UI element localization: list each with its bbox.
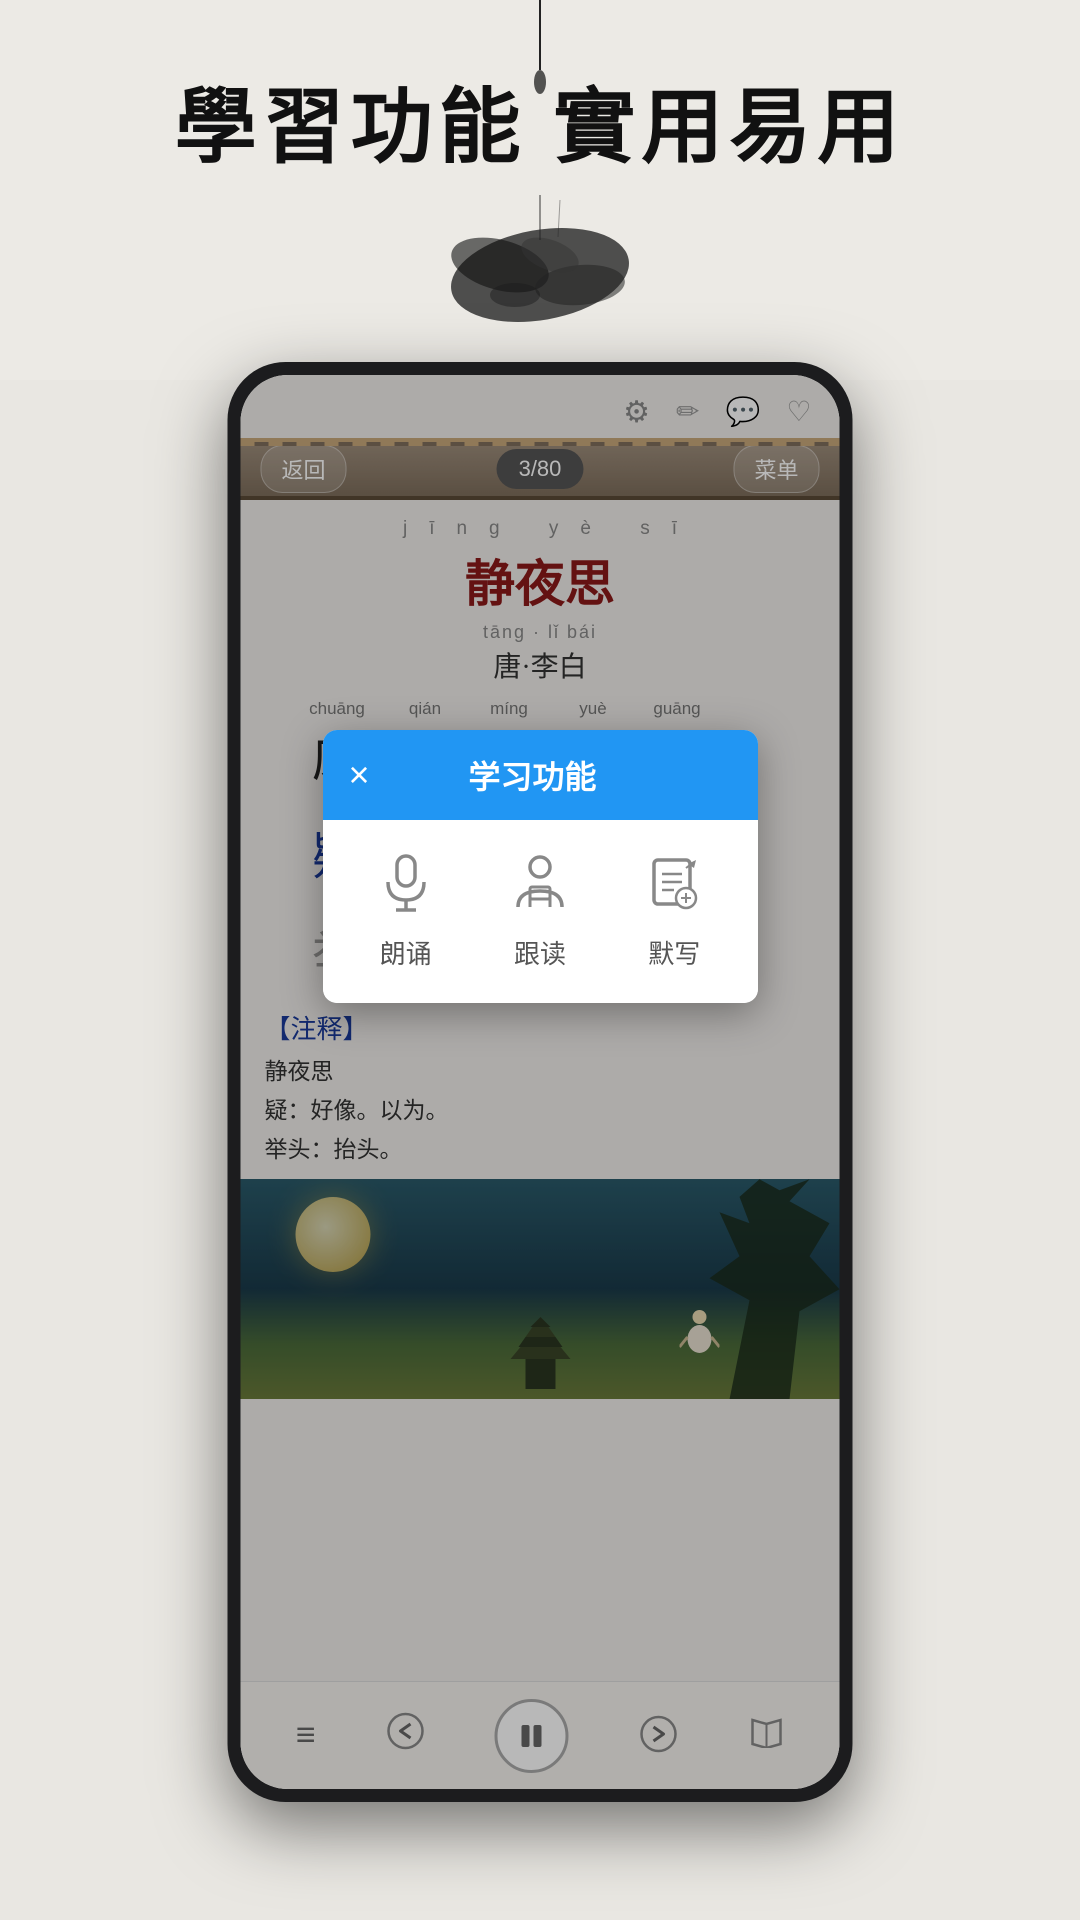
modal-header: × 学习功能 xyxy=(323,730,758,820)
microphone-icon xyxy=(370,848,442,920)
modal-close-button[interactable]: × xyxy=(349,757,370,793)
follow-read-option[interactable]: 跟读 xyxy=(504,848,576,971)
top-decoration-area: 學習功能 實用易用 xyxy=(0,0,1080,380)
recitation-option[interactable]: 朗诵 xyxy=(370,848,442,971)
study-functions-modal: × 学习功能 xyxy=(323,730,758,1003)
dictation-option[interactable]: 默写 xyxy=(638,848,710,971)
phone-frame: ⚙ ✏ 💬 ♡ 返回 3/80 菜单 jīng yè sī 静夜思 xyxy=(228,362,853,1802)
dictation-icon xyxy=(638,848,710,920)
follow-read-label: 跟读 xyxy=(514,934,566,971)
dictation-label: 默写 xyxy=(648,934,700,971)
follow-read-icon xyxy=(504,848,576,920)
modal-body: 朗诵 跟读 xyxy=(323,820,758,1003)
recitation-label: 朗诵 xyxy=(380,934,432,971)
phone-screen: ⚙ ✏ 💬 ♡ 返回 3/80 菜单 jīng yè sī 静夜思 xyxy=(241,375,840,1789)
ink-blob-icon xyxy=(420,195,660,335)
modal-overlay[interactable] xyxy=(241,375,840,1789)
modal-title: 学习功能 xyxy=(370,752,696,798)
ink-drop-top-icon xyxy=(510,0,570,110)
